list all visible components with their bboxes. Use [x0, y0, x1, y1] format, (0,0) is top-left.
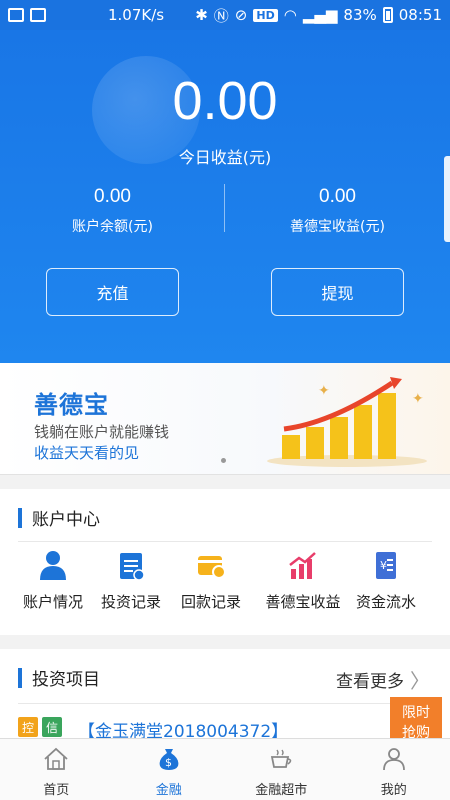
flag-line-1: 限时: [402, 705, 430, 721]
menu-fund-flow[interactable]: ¥ 资金流水: [341, 549, 431, 612]
banner-brand: 善德宝: [34, 391, 109, 419]
view-more-link[interactable]: 查看更多 〉: [336, 665, 430, 694]
battery-icon: [382, 7, 393, 23]
network-speed: 1.07K/s: [108, 6, 165, 24]
menu-fund-flow-label: 资金流水: [355, 593, 416, 611]
bottom-tab-bar: 首页 $ 金融 金融超市 我的: [0, 738, 450, 800]
menu-shandebao-earnings[interactable]: 善德宝收益: [253, 549, 353, 612]
wifi-icon: ◠: [283, 6, 297, 24]
signal-icon: ▂▄▆: [302, 6, 338, 24]
project-badges: 控 信: [18, 717, 62, 737]
account-center-card: 账户中心 账户情况 投资记录 回款记录 善德宝收益 ¥ 资金流水: [0, 489, 450, 635]
tab-mine-label: 我的: [380, 783, 407, 798]
banner-slogan-1: 钱躺在账户就能赚钱: [34, 423, 170, 441]
ledger-icon: ¥: [376, 552, 396, 579]
limited-time-flag: 限时 抢购: [390, 697, 442, 738]
shandebao-banner[interactable]: 善德宝 钱躺在账户就能赚钱 收益天天看的见 ✦ ✦: [0, 363, 450, 475]
hd-badge: HD: [253, 8, 278, 22]
chevron-right-icon: 〉: [410, 669, 430, 693]
activity-icon: [8, 8, 24, 22]
menu-investment-records[interactable]: 投资记录: [86, 549, 176, 612]
tab-finance-label: 金融: [155, 783, 182, 798]
section-divider: [18, 703, 432, 704]
earnings-header: 0.00 今日收益(元) 0.00 账户余额(元) 0.00 善德宝收益(元) …: [0, 30, 450, 363]
bluetooth-icon: ✱: [195, 6, 208, 24]
section-accent-bar: [18, 667, 22, 688]
menu-account-status[interactable]: 账户情况: [8, 549, 98, 612]
menu-account-status-label: 账户情况: [22, 593, 83, 611]
credit-badge: 信: [42, 717, 62, 737]
today-earnings-value: 0.00: [172, 71, 278, 131]
wallet-icon: [198, 556, 226, 579]
shandebao-stat: 0.00 善德宝收益(元): [225, 186, 450, 236]
account-center-title-text: 账户中心: [32, 510, 100, 530]
svg-text:$: $: [165, 756, 172, 769]
menu-repayment-records[interactable]: 回款记录: [166, 549, 256, 612]
investment-projects-title: 投资项目: [18, 665, 100, 690]
withdraw-button[interactable]: 提现: [271, 268, 404, 316]
tab-finance-market[interactable]: 金融超市: [225, 739, 338, 800]
svg-text:¥: ¥: [380, 559, 387, 572]
menu-investment-records-label: 投资记录: [100, 593, 161, 611]
account-center-title: 账户中心: [18, 505, 100, 530]
banner-slogan-2: 收益天天看的见: [34, 444, 140, 462]
coffee-cup-icon: [271, 749, 292, 768]
investment-projects-card: 投资项目 查看更多 〉 控 信 【金玉满堂2018004372】 限时 抢购: [0, 649, 450, 738]
tab-finance-market-label: 金融超市: [255, 783, 308, 798]
investment-projects-title-text: 投资项目: [32, 670, 100, 690]
shandebao-earnings-label: 善德宝收益(元): [290, 219, 385, 235]
person-icon: [40, 551, 66, 580]
flag-line-2: 抢购: [402, 725, 430, 738]
chart-icon: [289, 552, 316, 579]
tab-home-label: 首页: [43, 783, 70, 798]
recharge-button[interactable]: 充值: [46, 268, 179, 316]
balance-value: 0.00: [94, 186, 131, 207]
status-bar: 1.07K/s ✱ Ⓝ ⊘ HD ◠ ▂▄▆ 83% 08:51: [0, 0, 450, 30]
nfc-icon: Ⓝ: [213, 6, 229, 25]
tab-home[interactable]: 首页: [0, 739, 113, 800]
svg-text:✦: ✦: [318, 383, 330, 399]
tab-finance[interactable]: $ 金融: [113, 739, 226, 800]
tab-mine[interactable]: 我的: [338, 739, 450, 800]
balance-label: 账户余额(元): [72, 219, 153, 235]
money-bag-icon: $: [159, 749, 179, 770]
menu-repayment-records-label: 回款记录: [180, 593, 241, 611]
battery-percent: 83%: [343, 6, 377, 24]
control-badge: 控: [18, 717, 38, 737]
section-accent-bar: [18, 507, 22, 528]
svg-text:✦: ✦: [412, 391, 424, 407]
side-drawer-handle[interactable]: [444, 156, 450, 242]
section-divider: [18, 541, 432, 542]
view-more-label: 查看更多: [336, 672, 404, 692]
today-earnings-label: 今日收益(元): [178, 148, 272, 167]
project-name-link[interactable]: 【金玉满堂2018004372】: [78, 717, 288, 738]
carousel-indicator[interactable]: [221, 458, 226, 463]
user-icon: [382, 748, 405, 771]
document-icon: [120, 553, 145, 581]
menu-shandebao-earnings-label: 善德宝收益: [265, 593, 341, 611]
mute-icon: ⊘: [234, 6, 248, 24]
home-icon: [44, 747, 68, 770]
shandebao-earnings-value: 0.00: [319, 186, 356, 207]
clock: 08:51: [398, 6, 442, 24]
balance-stat: 0.00 账户余额(元): [0, 186, 225, 236]
sd-card-icon: [30, 8, 46, 22]
coin-stack-illustration: ✦ ✦: [267, 377, 427, 467]
